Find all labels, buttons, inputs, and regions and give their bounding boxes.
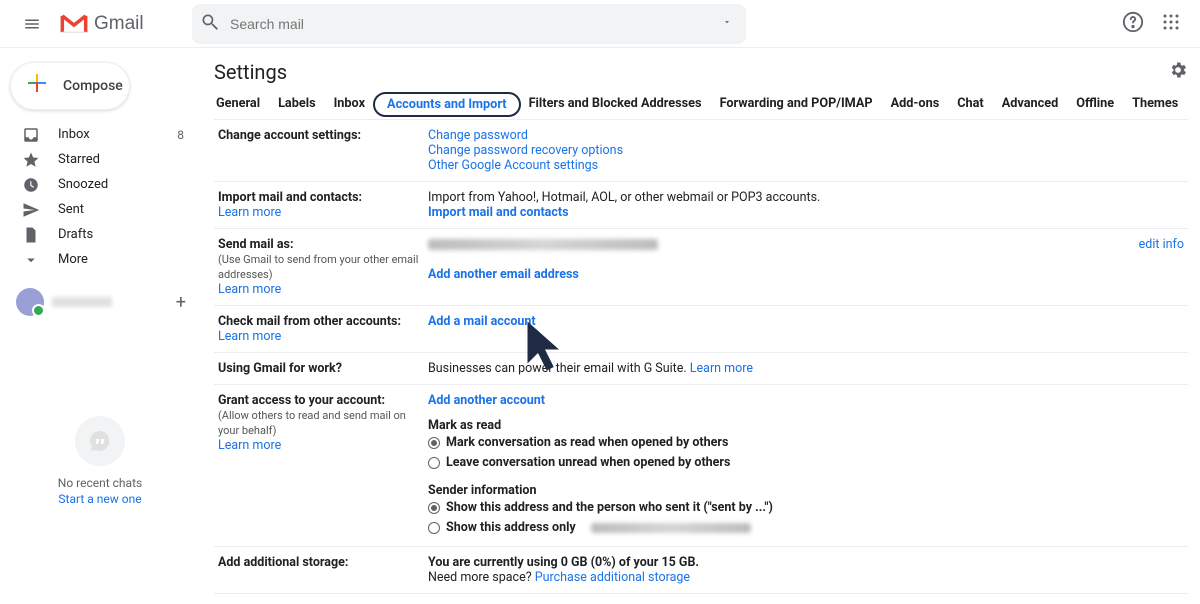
plus-icon	[25, 71, 49, 101]
mark-opt2: Leave conversation unread when opened by…	[446, 453, 730, 473]
purchase-storage-link[interactable]: Purchase additional storage	[535, 570, 690, 585]
edit-info-link[interactable]: edit info	[1139, 237, 1184, 252]
star-icon	[22, 151, 46, 169]
chevron-down-icon	[22, 251, 46, 269]
tab-addons[interactable]: Add-ons	[891, 96, 940, 113]
storage-need-more: Need more space?	[428, 570, 535, 585]
menu-button[interactable]	[8, 0, 56, 48]
tab-inbox[interactable]: Inbox	[334, 96, 365, 113]
work-learn-more-link[interactable]: Learn more	[690, 361, 753, 376]
row-storage-label: Add additional storage:	[214, 547, 424, 594]
sender-opt2: Show this address only	[446, 518, 576, 538]
user-name-blurred	[52, 297, 112, 307]
row-check-mail-label: Check mail from other accounts:	[218, 314, 401, 329]
work-desc: Businesses can power their email with G …	[428, 361, 690, 376]
search-bar[interactable]	[192, 4, 746, 44]
radio-mark-read[interactable]	[428, 437, 440, 449]
more-label: More	[46, 252, 184, 267]
add-mail-account-link[interactable]: Add a mail account	[428, 314, 536, 329]
tab-advanced[interactable]: Advanced	[1002, 96, 1059, 113]
sender-info-heading: Sender information	[428, 483, 536, 498]
mark-opt1: Mark conversation as read when opened by…	[446, 433, 728, 453]
page-title: Settings	[214, 60, 1168, 84]
row-work-label: Using Gmail for work?	[214, 353, 424, 385]
tab-offline[interactable]: Offline	[1076, 96, 1114, 113]
drafts-label: Drafts	[46, 227, 184, 242]
row-import-label: Import mail and contacts:	[218, 190, 362, 205]
other-account-settings-link[interactable]: Other Google Account settings	[428, 158, 598, 173]
send-icon	[22, 201, 46, 219]
sidebar-item-starred[interactable]: Starred	[0, 147, 200, 172]
inbox-count: 8	[177, 128, 184, 142]
sidebar-item-drafts[interactable]: Drafts	[0, 222, 200, 247]
hamburger-icon	[23, 15, 41, 33]
sender-opt1: Show this address and the person who sen…	[446, 498, 773, 518]
check-mail-learn-more-link[interactable]: Learn more	[218, 329, 281, 344]
gmail-brand-text: Gmail	[94, 13, 144, 35]
search-options-icon[interactable]	[716, 16, 738, 31]
row-send-as-label: Send mail as:	[218, 237, 293, 252]
sidebar-item-more[interactable]: More	[0, 247, 200, 272]
gear-icon[interactable]	[1168, 60, 1188, 84]
tab-filters[interactable]: Filters and Blocked Addresses	[529, 96, 702, 113]
tab-themes[interactable]: Themes	[1132, 96, 1178, 113]
import-mail-action-link[interactable]: Import mail and contacts	[428, 205, 569, 220]
sidebar-item-sent[interactable]: Sent	[0, 197, 200, 222]
mark-as-read-heading: Mark as read	[428, 418, 501, 433]
change-password-link[interactable]: Change password	[428, 128, 528, 143]
send-as-email-blurred	[428, 239, 658, 250]
import-desc: Import from Yahoo!, Hotmail, AOL, or oth…	[428, 190, 820, 205]
sidebar-item-inbox[interactable]: Inbox 8	[0, 122, 200, 147]
clock-icon	[22, 176, 46, 194]
radio-show-sent-by[interactable]	[428, 502, 440, 514]
row-change-account-label: Change account settings:	[214, 120, 424, 182]
compose-label: Compose	[63, 78, 123, 94]
tab-forwarding[interactable]: Forwarding and POP/IMAP	[720, 96, 873, 113]
import-learn-more-link[interactable]: Learn more	[218, 205, 281, 220]
radio-show-address-only[interactable]	[428, 522, 440, 534]
hangouts-empty-text: No recent chats	[0, 476, 200, 490]
add-email-address-link[interactable]: Add another email address	[428, 267, 579, 282]
sent-label: Sent	[46, 202, 184, 217]
send-as-sub: (Use Gmail to send from your other email…	[218, 253, 418, 281]
change-recovery-link[interactable]: Change password recovery options	[428, 143, 623, 158]
tab-general[interactable]: General	[216, 96, 260, 113]
apps-icon[interactable]	[1162, 13, 1180, 35]
file-icon	[22, 226, 46, 244]
gmail-logo[interactable]: Gmail	[56, 13, 196, 35]
help-icon[interactable]	[1122, 11, 1144, 37]
sender-email-blurred	[591, 523, 751, 533]
tab-labels[interactable]: Labels	[278, 96, 316, 113]
grant-sub: (Allow others to read and send mail on y…	[218, 409, 406, 437]
snoozed-label: Snoozed	[46, 177, 184, 192]
avatar[interactable]	[16, 288, 44, 316]
radio-leave-unread[interactable]	[428, 457, 440, 469]
inbox-label: Inbox	[46, 127, 177, 142]
storage-desc: You are currently using 0 GB (0%) of you…	[428, 555, 699, 570]
tab-chat[interactable]: Chat	[957, 96, 984, 113]
search-input[interactable]	[220, 15, 716, 33]
sidebar-item-snoozed[interactable]: Snoozed	[0, 172, 200, 197]
hangouts-icon	[75, 416, 125, 466]
add-another-account-link[interactable]: Add another account	[428, 393, 545, 408]
hangouts-start-link[interactable]: Start a new one	[0, 492, 200, 506]
grant-learn-more-link[interactable]: Learn more	[218, 438, 281, 453]
starred-label: Starred	[46, 152, 184, 167]
row-grant-label: Grant access to your account:	[218, 393, 385, 408]
inbox-icon	[22, 126, 46, 144]
compose-button[interactable]: Compose	[10, 62, 130, 110]
search-icon	[200, 12, 220, 36]
add-person-icon[interactable]: +	[176, 292, 186, 313]
gmail-m-icon	[60, 13, 88, 35]
tab-accounts-import[interactable]: Accounts and Import	[373, 92, 521, 117]
send-as-learn-more-link[interactable]: Learn more	[218, 282, 281, 297]
